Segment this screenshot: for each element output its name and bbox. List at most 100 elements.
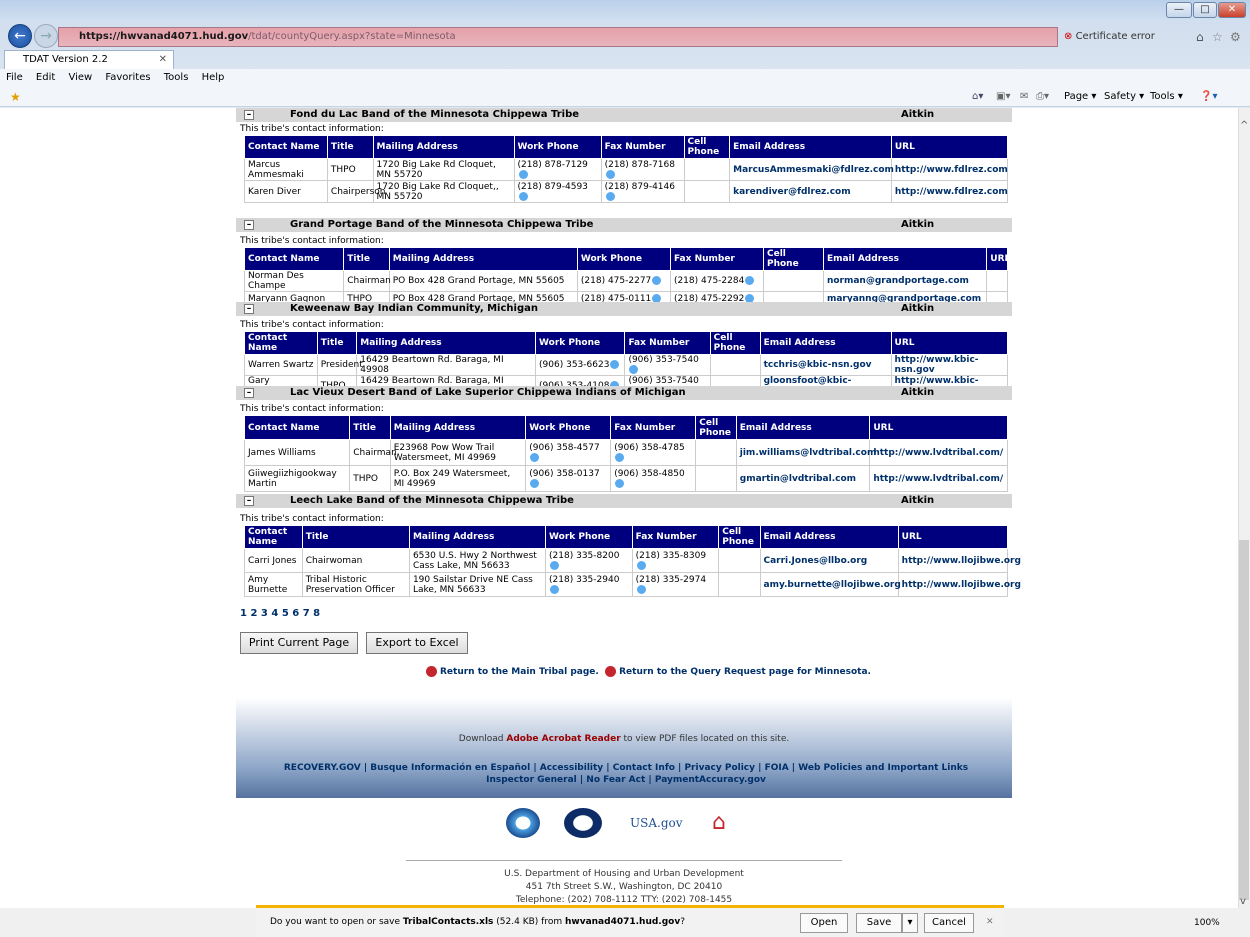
- scroll-down-icon[interactable]: v: [1240, 896, 1246, 907]
- cell-contact-name: Norman Des Champe: [243, 270, 345, 292]
- collapse-toggle[interactable]: –: [244, 496, 254, 506]
- home-icon[interactable]: ⌂: [1196, 30, 1204, 44]
- cell-email-address[interactable]: jim.williams@lvdtribal.com: [735, 439, 876, 466]
- export-to-excel-button[interactable]: Export to Excel: [366, 632, 468, 654]
- skype-call-icon[interactable]: [745, 276, 755, 285]
- page-link[interactable]: 1: [240, 608, 247, 619]
- browser-tab[interactable]: TDAT Version 2.2 ✕: [4, 50, 174, 69]
- cell-email-address[interactable]: amy.burnette@llojibwe.org: [759, 572, 901, 597]
- maximize-button[interactable]: □: [1193, 2, 1217, 18]
- print-current-page-button[interactable]: Print Current Page: [240, 632, 358, 654]
- close-tab-icon[interactable]: ✕: [159, 51, 167, 68]
- skype-call-icon[interactable]: [615, 478, 625, 488]
- cell-email-address[interactable]: MarcusAmmesmaki@fdlrez.com: [729, 158, 894, 181]
- cell-email-address[interactable]: norman@grandportage.com: [822, 270, 988, 292]
- favorites-star-icon[interactable]: ☆: [1212, 30, 1223, 44]
- cell-email-address[interactable]: karendiver@fdlrez.com: [729, 180, 892, 203]
- cell-email-address[interactable]: tcchris@kbic-nsn.gov: [759, 354, 892, 376]
- skype-call-icon[interactable]: [652, 276, 662, 285]
- feeds-icon[interactable]: ▣▾: [996, 87, 1010, 107]
- cancel-button[interactable]: Cancel: [924, 913, 974, 933]
- skype-call-icon[interactable]: [605, 191, 615, 201]
- cell-email-address[interactable]: Carri.Jones@llbo.org: [759, 548, 899, 573]
- menu-favorites[interactable]: Favorites: [105, 72, 150, 83]
- skype-call-icon[interactable]: [615, 452, 625, 462]
- cell-url[interactable]: http://www.llojibwe.org: [897, 572, 1021, 597]
- skype-call-icon[interactable]: [610, 360, 620, 369]
- menu-edit[interactable]: Edit: [36, 72, 55, 83]
- page-link[interactable]: 4: [271, 608, 278, 619]
- equal-housing-icon[interactable]: ⌂: [712, 808, 736, 838]
- cell-contact-name: James Williams: [243, 439, 351, 466]
- skype-call-icon[interactable]: [636, 560, 646, 570]
- collapse-toggle[interactable]: –: [244, 388, 254, 398]
- skype-call-icon[interactable]: [636, 584, 646, 594]
- cell-url[interactable]: http://www.fdlrez.com: [890, 180, 1009, 203]
- mail-icon[interactable]: ✉: [1020, 87, 1028, 107]
- acrobat-link[interactable]: Adobe Acrobat Reader: [506, 734, 620, 744]
- skype-call-icon[interactable]: [550, 584, 560, 594]
- footer-links-row2[interactable]: Inspector General | No Fear Act | Paymen…: [276, 774, 976, 786]
- back-button[interactable]: ←: [8, 24, 32, 48]
- skype-call-icon[interactable]: [518, 191, 528, 201]
- menu-file[interactable]: File: [6, 72, 23, 83]
- help-icon[interactable]: ❓▾: [1200, 87, 1217, 107]
- address-bar[interactable]: https://hwvanad4071.hud.gov/tdat/countyQ…: [58, 27, 1058, 47]
- cell-text: Amy Burnette: [248, 574, 288, 595]
- page-link[interactable]: 8: [313, 608, 320, 619]
- cell-email-address[interactable]: gmartin@lvdtribal.com: [735, 465, 871, 492]
- skype-call-icon[interactable]: [530, 452, 540, 462]
- skype-call-icon[interactable]: [605, 169, 615, 179]
- page-link[interactable]: 3: [261, 608, 268, 619]
- skype-call-icon[interactable]: [518, 169, 528, 179]
- collapse-toggle[interactable]: –: [244, 110, 254, 120]
- certificate-error[interactable]: ⊗ Certificate error: [1064, 27, 1184, 47]
- zoom-level[interactable]: 100%: [1194, 918, 1220, 928]
- home-cmd-icon[interactable]: ⌂▾: [972, 87, 983, 107]
- cell-url[interactable]: [986, 270, 1008, 292]
- return-main-link[interactable]: Return to the Main Tribal page.: [440, 667, 599, 677]
- settings-gear-icon[interactable]: ⚙: [1230, 30, 1241, 44]
- collapse-toggle[interactable]: –: [244, 220, 254, 230]
- forward-button[interactable]: →: [34, 24, 58, 48]
- cell-url[interactable]: http://www.lvdtribal.com/: [869, 465, 1008, 492]
- cell-text: (218) 335-2974: [635, 574, 707, 585]
- footer-links-row1[interactable]: RECOVERY.GOV | Busque Información en Esp…: [276, 762, 976, 774]
- hud-building-icon[interactable]: [564, 808, 602, 838]
- column-header-fax-number: Fax Number: [624, 331, 711, 355]
- scrollbar-thumb[interactable]: [1239, 540, 1249, 900]
- cell-text: 16429 Beartown Rd. Baraga, MI 49908: [360, 355, 504, 375]
- favorites-bar-star-icon[interactable]: ★: [10, 87, 21, 107]
- return-query-link[interactable]: Return to the Query Request page for Min…: [619, 667, 871, 677]
- usa-gov-logo[interactable]: USA.gov: [630, 808, 700, 838]
- page-link[interactable]: 7: [303, 608, 310, 619]
- menu-tools[interactable]: Tools: [164, 72, 189, 83]
- cell-url[interactable]: http://www.llojibwe.org: [897, 548, 1021, 573]
- skype-call-icon[interactable]: [530, 478, 540, 488]
- menu-help[interactable]: Help: [202, 72, 225, 83]
- column-header-url: URL: [890, 135, 1009, 159]
- skype-call-icon[interactable]: [550, 560, 560, 570]
- close-window-button[interactable]: ✕: [1218, 2, 1246, 18]
- close-download-bar-icon[interactable]: ✕: [986, 908, 994, 936]
- cell-url[interactable]: http://www.lvdtribal.com/: [869, 439, 1008, 466]
- hud-seal-icon[interactable]: [506, 808, 540, 838]
- minimize-button[interactable]: —: [1166, 2, 1192, 18]
- page-link[interactable]: 5: [282, 608, 289, 619]
- cell-url[interactable]: http://www.kbic-nsn.gov: [890, 354, 1009, 376]
- save-button[interactable]: Save: [856, 913, 902, 933]
- page-link[interactable]: 6: [292, 608, 299, 619]
- save-dropdown-button[interactable]: ▾: [902, 913, 918, 933]
- collapse-toggle[interactable]: –: [244, 304, 254, 314]
- open-button[interactable]: Open: [800, 913, 848, 933]
- page-menu[interactable]: Page ▾: [1064, 87, 1096, 107]
- menu-view[interactable]: View: [68, 72, 92, 83]
- page-link[interactable]: 2: [250, 608, 257, 619]
- tools-menu[interactable]: Tools ▾: [1150, 87, 1183, 107]
- cell-url[interactable]: http://www.fdlrez.com: [890, 158, 1009, 181]
- safety-menu[interactable]: Safety ▾: [1104, 87, 1144, 107]
- cell-text: http://www.llojibwe.org: [901, 555, 1021, 566]
- print-icon[interactable]: ⎙▾: [1036, 87, 1049, 107]
- skype-call-icon[interactable]: [629, 365, 639, 374]
- scroll-up-icon[interactable]: ^: [1240, 120, 1248, 131]
